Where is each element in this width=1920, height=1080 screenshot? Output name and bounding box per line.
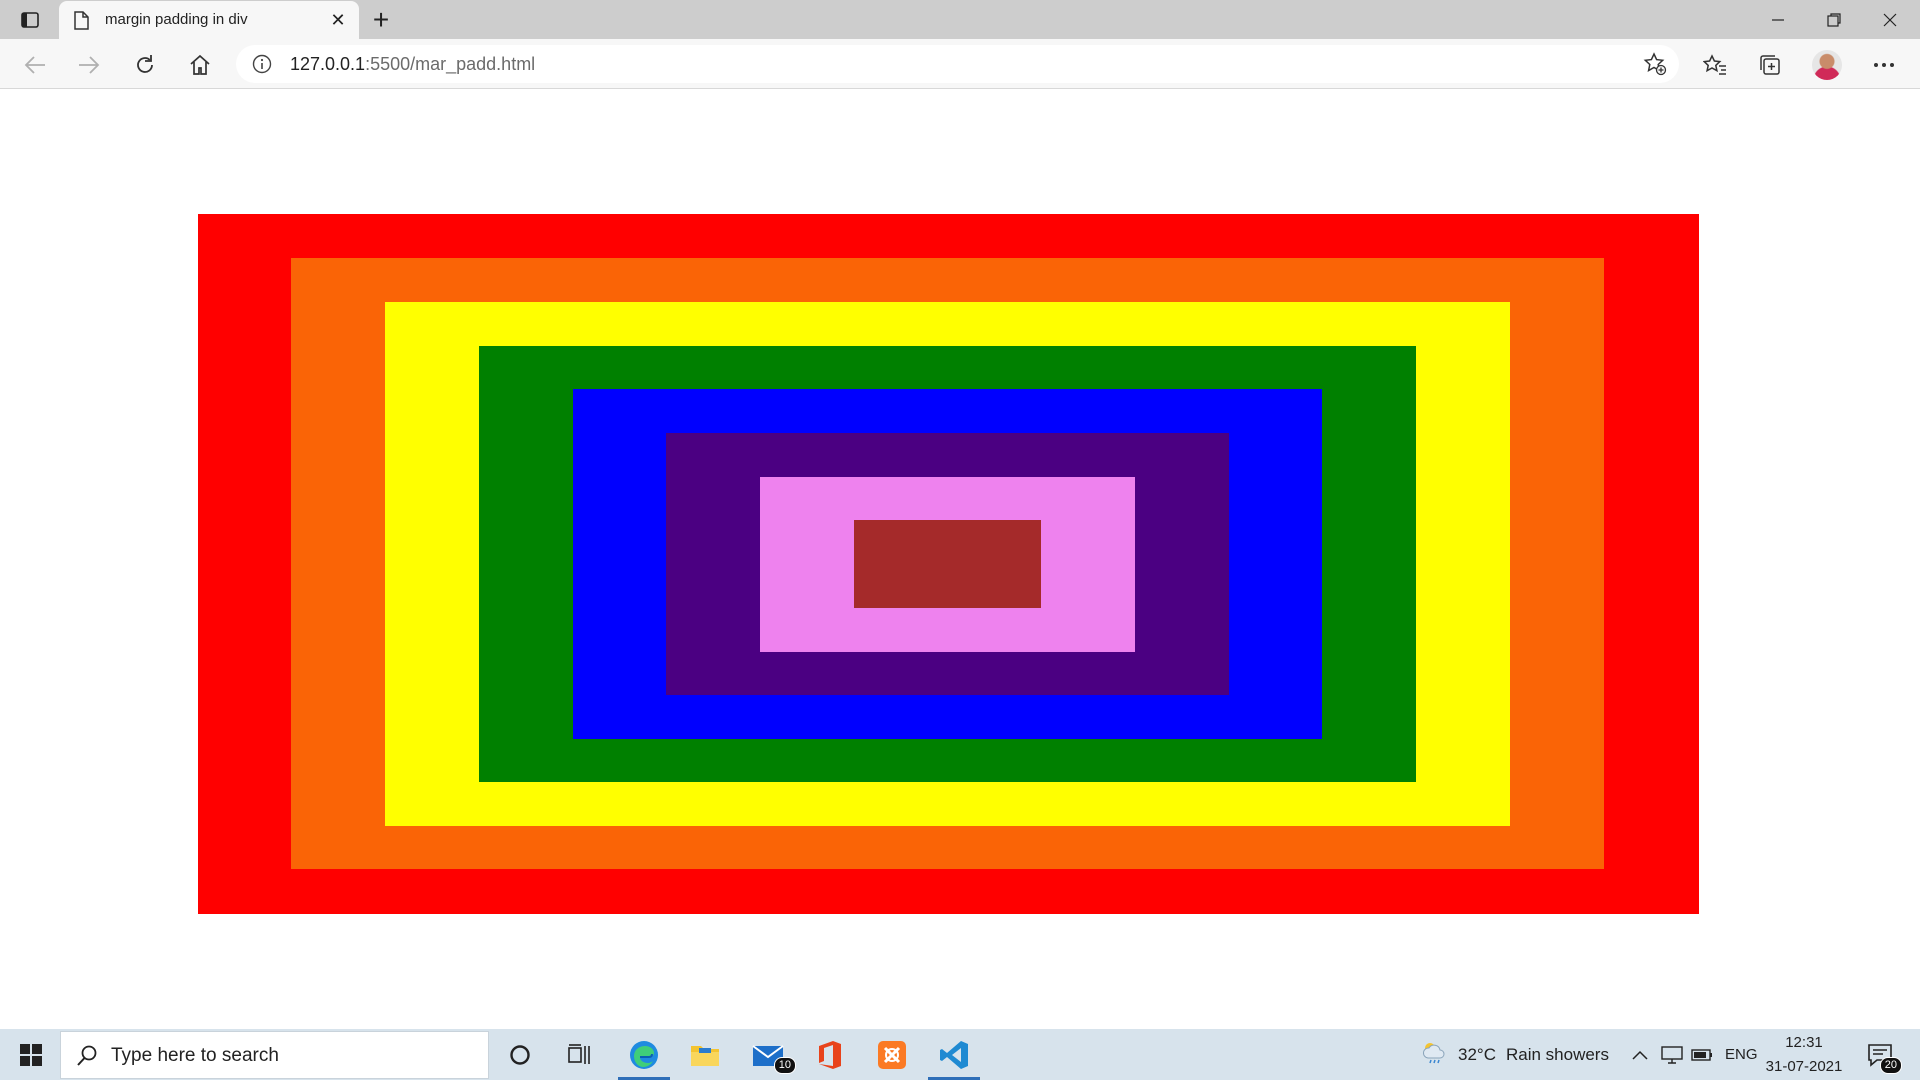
tab-title: margin padding in div — [105, 11, 248, 28]
url-path: :5500/mar_padd.html — [365, 54, 536, 74]
weather-desc: Rain showers — [1505, 1044, 1609, 1064]
xampp-icon[interactable] — [862, 1029, 922, 1080]
page-viewport — [0, 90, 1920, 1029]
reload-icon[interactable] — [128, 48, 162, 82]
profile-avatar[interactable] — [1809, 48, 1845, 82]
minimize-icon[interactable] — [1750, 0, 1806, 39]
task-view-icon[interactable] — [550, 1029, 610, 1080]
search-icon — [75, 1044, 99, 1068]
restore-icon[interactable] — [1806, 0, 1862, 39]
windows-start-icon[interactable] — [8, 1029, 54, 1080]
clock[interactable]: 12:31 31-07-2021 — [1765, 1029, 1843, 1080]
weather-rain-icon — [1420, 1040, 1448, 1069]
office-icon[interactable] — [800, 1029, 860, 1080]
close-window-icon[interactable] — [1862, 0, 1918, 39]
notification-badge: 20 — [1879, 1057, 1902, 1074]
box-brown — [854, 520, 1041, 608]
new-tab-icon[interactable]: + — [365, 4, 397, 36]
tab-strip: margin padding in div ✕ + — [0, 0, 1920, 39]
collections-icon[interactable] — [1752, 48, 1788, 82]
clock-date: 31-07-2021 — [1765, 1057, 1843, 1075]
browser-toolbar: 127.0.0.1:5500/mar_padd.html — [0, 39, 1920, 89]
search-placeholder: Type here to search — [111, 1045, 279, 1066]
mail-badge: 10 — [773, 1057, 796, 1074]
home-icon[interactable] — [183, 48, 217, 82]
close-tab-icon[interactable]: ✕ — [327, 9, 349, 31]
weather-temp: 32°C — [1458, 1044, 1496, 1064]
info-icon[interactable] — [252, 54, 272, 74]
url-host: 127.0.0.1 — [290, 54, 366, 74]
edge-browser-icon[interactable] — [614, 1029, 674, 1080]
avatar — [1812, 50, 1842, 80]
notifications-icon[interactable]: 20 — [1852, 1029, 1908, 1080]
taskbar-search-input[interactable]: Type here to search — [60, 1031, 489, 1079]
taskbar: Type here to search 10 32°C Rain showers — [0, 1029, 1920, 1080]
battery-icon[interactable] — [1691, 1029, 1713, 1080]
add-favorite-icon[interactable] — [1641, 51, 1669, 77]
weather-widget[interactable]: 32°C Rain showers — [1420, 1029, 1609, 1080]
language-indicator[interactable]: ENG — [1725, 1029, 1758, 1080]
more-options-icon[interactable] — [1866, 48, 1902, 82]
tab-active[interactable]: margin padding in div ✕ — [59, 1, 359, 39]
favorites-icon[interactable] — [1697, 48, 1733, 82]
cortana-icon[interactable] — [490, 1029, 550, 1080]
vscode-icon[interactable] — [924, 1029, 984, 1080]
file-explorer-icon[interactable] — [675, 1029, 735, 1080]
address-bar[interactable]: 127.0.0.1:5500/mar_padd.html — [236, 45, 1679, 83]
clock-time: 12:31 — [1785, 1033, 1823, 1051]
forward-icon[interactable] — [72, 48, 106, 82]
show-hidden-icons-icon[interactable] — [1632, 1029, 1648, 1080]
tab-actions-icon[interactable] — [14, 6, 46, 34]
network-icon[interactable] — [1661, 1029, 1683, 1080]
back-icon[interactable] — [18, 48, 52, 82]
url-text: 127.0.0.1:5500/mar_padd.html — [290, 54, 535, 75]
page-icon — [73, 11, 89, 30]
mail-icon[interactable]: 10 — [738, 1029, 798, 1080]
